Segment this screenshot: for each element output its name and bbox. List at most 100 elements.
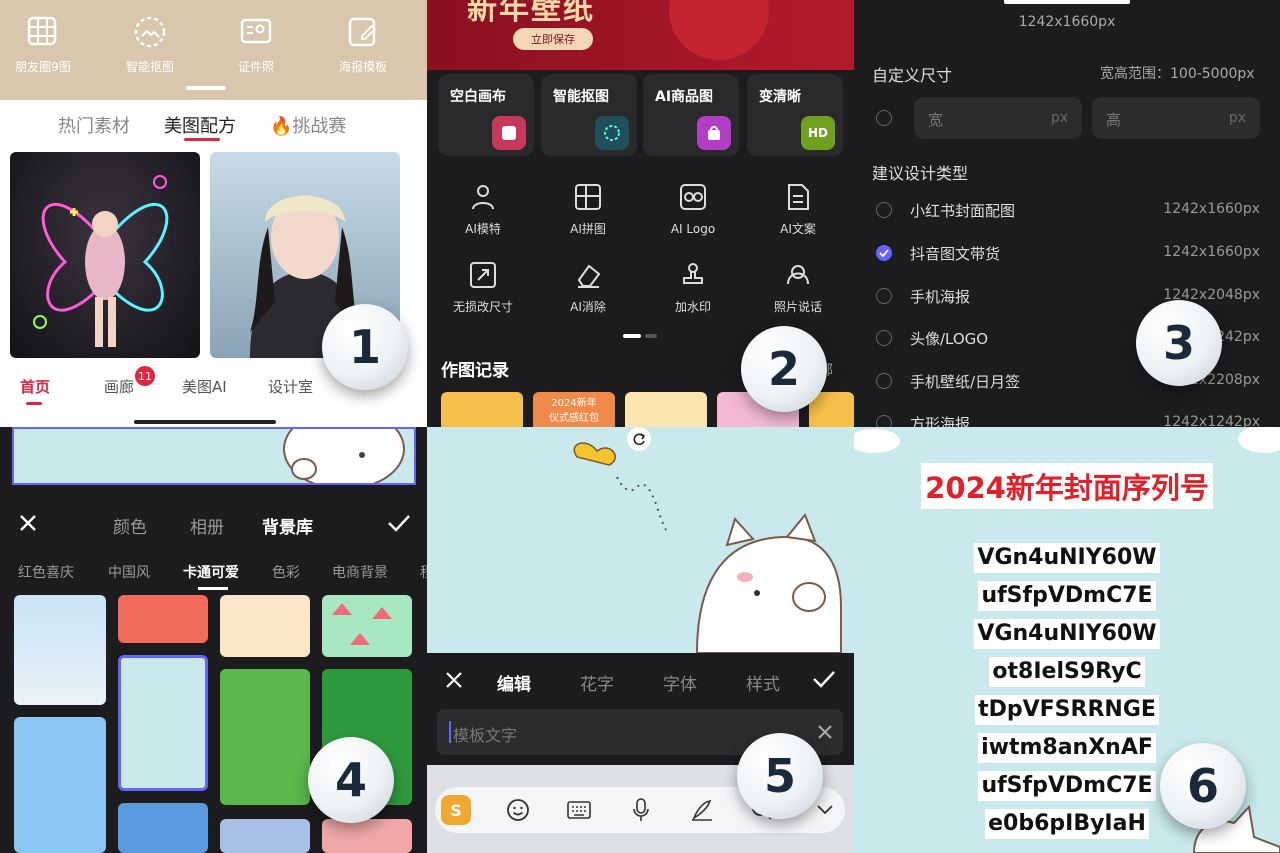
- card-enhance[interactable]: 变清晰 HD: [747, 74, 843, 156]
- tool-eraser[interactable]: AI消除: [543, 260, 633, 315]
- tool-ai-logo[interactable]: AI Logo: [648, 182, 738, 237]
- category-ecommerce[interactable]: 电商背景: [332, 562, 388, 582]
- preview-canvas: [1004, 0, 1130, 4]
- tool-label: 海报模板: [338, 60, 387, 74]
- custom-size-radio[interactable]: [876, 110, 892, 126]
- ai-collage-icon: [573, 182, 603, 212]
- nav-design[interactable]: 设计室: [268, 376, 313, 397]
- type-radio[interactable]: [876, 373, 892, 389]
- bg-thumb[interactable]: [14, 595, 106, 705]
- card-blank-canvas[interactable]: 空白画布: [438, 74, 534, 156]
- category-cartoon[interactable]: 卡通可爱: [183, 562, 239, 582]
- step-number: 2: [741, 326, 827, 412]
- new-year-banner[interactable]: 新年壁纸 立即保存: [427, 0, 854, 70]
- tool-photo-talk[interactable]: 照片说话: [753, 260, 843, 315]
- bg-thumb[interactable]: [322, 819, 412, 853]
- category-chinese[interactable]: 中国风: [108, 562, 150, 582]
- cat-illustration: [283, 427, 405, 490]
- tool-ai-copy[interactable]: AI文案: [753, 182, 843, 237]
- tab-album[interactable]: 相册: [190, 513, 224, 538]
- bg-thumb[interactable]: [220, 819, 310, 853]
- card-label: 变清晰: [759, 89, 801, 105]
- tool-poster[interactable]: 海报模板: [323, 14, 403, 75]
- nav-gallery[interactable]: 画廊: [104, 376, 134, 397]
- nav-ai[interactable]: 美图AI: [182, 376, 227, 397]
- category-more[interactable]: 程: [420, 562, 427, 582]
- tool-id-photo[interactable]: 证件照: [216, 14, 296, 75]
- ime-logo-icon[interactable]: S: [441, 795, 471, 825]
- grid-9-icon: [25, 14, 61, 50]
- confirm-check-icon[interactable]: [811, 667, 837, 691]
- check-icon[interactable]: [876, 245, 892, 261]
- type-option[interactable]: 方形海报 1242x1242px: [876, 408, 1266, 427]
- card-label: 空白画布: [450, 89, 506, 105]
- record-thumb[interactable]: [441, 392, 523, 427]
- category-red[interactable]: 红色喜庆: [18, 562, 74, 582]
- record-thumb[interactable]: 2024新年 仪式感红包: [533, 392, 615, 427]
- tab-background-library[interactable]: 背景库: [262, 513, 313, 538]
- thumb-text: 2024新年: [551, 398, 597, 409]
- top-size-label: 1242x1660px: [1018, 14, 1116, 30]
- tab-style[interactable]: 样式: [746, 670, 780, 695]
- bg-thumb[interactable]: [220, 669, 310, 805]
- chevron-down-icon[interactable]: [813, 797, 837, 823]
- page-dot-active: [623, 334, 641, 338]
- type-radio[interactable]: [876, 415, 892, 427]
- tool-grid-9[interactable]: 朋友圈9图: [3, 14, 83, 75]
- rotate-icon[interactable]: [627, 427, 651, 451]
- card-smart-cutout[interactable]: 智能抠图: [541, 74, 637, 156]
- tab-edit[interactable]: 编辑: [497, 670, 531, 695]
- tab-font[interactable]: 字体: [663, 670, 697, 695]
- tool-label: 照片说话: [773, 300, 822, 314]
- cutout-icon: [132, 14, 168, 50]
- recipe-card-butterfly[interactable]: [10, 152, 200, 358]
- category-color[interactable]: 色彩: [272, 562, 300, 582]
- nav-home[interactable]: 首页: [20, 376, 50, 397]
- serial-code-text: iwtm8anXnAF: [978, 733, 1156, 763]
- confirm-check-icon[interactable]: [386, 511, 412, 535]
- tab-hot[interactable]: 热门素材: [58, 112, 130, 138]
- tab-color[interactable]: 颜色: [113, 513, 147, 538]
- type-option[interactable]: 手机海报 1242x2048px: [876, 281, 1266, 311]
- tools-header: 朋友圈9图 智能抠图 证件照 海报模板: [0, 0, 427, 100]
- tab-recipes[interactable]: 美图配方: [164, 112, 236, 138]
- tab-challenge[interactable]: 🔥挑战赛: [270, 112, 346, 138]
- keyboard-icon[interactable]: [566, 797, 592, 823]
- type-option-selected[interactable]: 抖音图文带货 1242x1660px: [876, 238, 1266, 268]
- serial-code: ufSfpVDmC7E: [854, 581, 1280, 611]
- tool-cutout[interactable]: 智能抠图: [110, 14, 190, 75]
- bg-thumb[interactable]: [118, 803, 208, 853]
- emoji-icon[interactable]: [505, 797, 531, 823]
- width-input[interactable]: 宽 px: [914, 97, 1082, 139]
- type-name: 头像/LOGO: [910, 330, 989, 348]
- type-radio[interactable]: [876, 288, 892, 304]
- tool-ai-collage[interactable]: AI拼图: [543, 182, 633, 237]
- tab-fancy-text[interactable]: 花字: [580, 670, 614, 695]
- handwriting-icon[interactable]: [689, 797, 715, 823]
- bg-thumb[interactable]: [220, 595, 310, 657]
- microphone-icon[interactable]: [628, 797, 654, 823]
- clear-icon[interactable]: [815, 722, 835, 742]
- height-input[interactable]: 高 px: [1092, 97, 1260, 139]
- bg-thumb-selected[interactable]: [118, 655, 208, 791]
- bg-thumb[interactable]: [14, 717, 106, 853]
- close-icon[interactable]: [443, 669, 465, 691]
- card-ai-product[interactable]: AI商品图: [643, 74, 739, 156]
- tool-resize[interactable]: 无损改尺寸: [438, 260, 528, 315]
- tool-watermark[interactable]: 加水印: [648, 260, 738, 315]
- serial-code-text: ufSfpVDmC7E: [978, 771, 1156, 801]
- custom-size-label: 自定义尺寸: [872, 66, 953, 85]
- type-option[interactable]: 小红书封面配图 1242x1660px: [876, 195, 1266, 225]
- tool-ai-model[interactable]: AI模特: [438, 182, 528, 237]
- canvas-illustration: [437, 427, 842, 653]
- close-icon[interactable]: [16, 511, 40, 535]
- panel-3-size: 1242x1660px 自定义尺寸 宽高范围：100-5000px 宽 px 高…: [854, 0, 1280, 427]
- banner-save-button[interactable]: 立即保存: [513, 28, 593, 50]
- type-radio[interactable]: [876, 330, 892, 346]
- record-thumb[interactable]: [625, 392, 707, 427]
- panel-2-tools: 新年壁纸 立即保存 空白画布 智能抠图 AI商品图 变清晰 HD AI模特 AI…: [427, 0, 854, 427]
- height-placeholder: 高: [1106, 111, 1122, 129]
- type-radio[interactable]: [876, 202, 892, 218]
- bg-thumb[interactable]: [118, 595, 208, 643]
- bg-thumb-watermelon[interactable]: [322, 595, 412, 657]
